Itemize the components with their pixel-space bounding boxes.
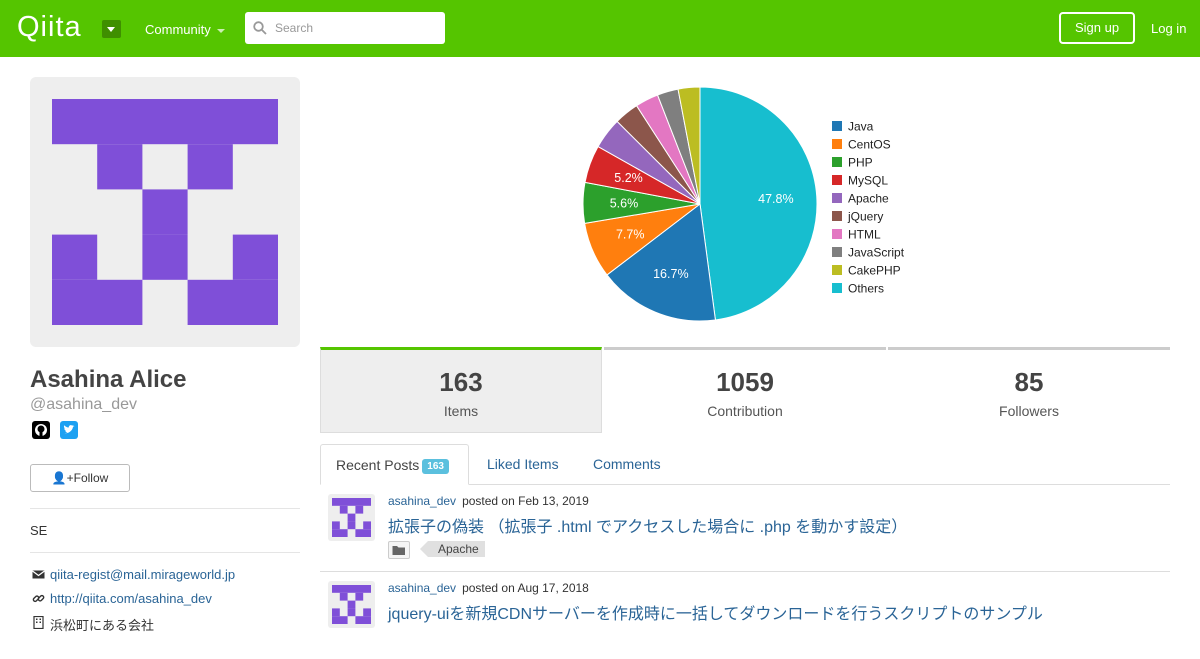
post-title-link[interactable]: jquery-uiを新規CDNサーバーを作成時に一括してダウンロードを行うスクリ… xyxy=(388,600,1043,624)
posts-count-badge: 163 xyxy=(422,459,449,474)
link-icon xyxy=(32,594,45,603)
divider xyxy=(30,508,300,509)
profile-handle: @asahina_dev xyxy=(30,396,137,413)
legend-label: CakePHP xyxy=(848,264,901,278)
identicon-image xyxy=(52,99,278,325)
user-plus-icon: 👤+ xyxy=(51,471,74,485)
stat-items-label: Items xyxy=(443,403,479,419)
legend-label: PHP xyxy=(848,156,873,170)
website-link[interactable]: http://qiita.com/asahina_dev xyxy=(50,591,212,606)
logo-dropdown-icon[interactable] xyxy=(102,20,121,38)
post-author-link[interactable]: asahina_dev xyxy=(388,494,456,508)
search-input[interactable] xyxy=(275,18,435,38)
legend-swatch xyxy=(832,229,842,239)
legend-label: JavaScript xyxy=(848,246,905,260)
stat-contribution[interactable]: 1059 Contribution xyxy=(604,347,886,433)
legend-swatch xyxy=(832,139,842,149)
identicon-image xyxy=(332,498,371,537)
legend-swatch xyxy=(832,211,842,221)
community-menu[interactable]: Community xyxy=(145,22,225,37)
post-title-link[interactable]: 拡張子の偽装 （拡張子 .html でアクセスした場合に .php を動かす設定… xyxy=(388,513,907,537)
post-author-avatar[interactable] xyxy=(328,581,375,628)
legend-swatch xyxy=(832,283,842,293)
stat-items[interactable]: 163 Items xyxy=(320,347,602,433)
follow-button[interactable]: 👤+Follow xyxy=(30,464,130,492)
legend-swatch xyxy=(832,121,842,131)
profile-bio: SE xyxy=(30,523,48,538)
post-item: asahina_dev posted on Feb 13, 2019 拡張子の偽装… xyxy=(320,486,1170,572)
legend-swatch xyxy=(832,193,842,203)
stat-contribution-value: 1059 xyxy=(716,367,774,397)
legend-label: CentOS xyxy=(848,138,891,152)
pie-data-label: 5.6% xyxy=(610,196,639,210)
legend-swatch xyxy=(832,175,842,185)
email-link[interactable]: qiita-regist@mail.mirageworld.jp xyxy=(50,567,235,582)
legend-swatch xyxy=(832,157,842,167)
github-icon[interactable] xyxy=(32,421,50,439)
tab-recent-posts-label: Recent Posts xyxy=(336,457,420,473)
legend-label: HTML xyxy=(848,228,881,242)
tab-comments[interactable]: Comments xyxy=(593,456,661,472)
profile-avatar xyxy=(30,77,300,347)
pie-data-label: 5.2% xyxy=(614,171,643,185)
legend-label: Java xyxy=(848,120,874,134)
search-icon xyxy=(253,21,267,35)
stat-followers-value: 85 xyxy=(1014,367,1044,397)
top-navbar: Qiita Community Sign up Log in xyxy=(0,0,1200,57)
post-item: asahina_dev posted on Aug 17, 2018 jquery… xyxy=(320,573,1170,659)
signup-button[interactable]: Sign up xyxy=(1059,12,1135,44)
chevron-down-icon xyxy=(216,28,225,33)
login-link[interactable]: Log in xyxy=(1151,21,1186,36)
post-meta: asahina_dev posted on Aug 17, 2018 xyxy=(388,581,589,595)
post-author-link[interactable]: asahina_dev xyxy=(388,581,456,595)
legend-swatch xyxy=(832,247,842,257)
organization-text: 浜松町にある会社 xyxy=(50,618,155,633)
pie-data-label: 16.7% xyxy=(653,267,688,281)
legend-label: MySQL xyxy=(848,174,888,188)
qiita-logo[interactable]: Qiita xyxy=(17,11,82,44)
tags-pie-chart: 47.8% 16.7% 7.7% 5.6% 5.2% Java CentOS PHP MySQL… xyxy=(582,86,905,322)
legend-label: Apache xyxy=(848,192,889,206)
folder-icon xyxy=(388,541,410,559)
profile-name: Asahina Alice xyxy=(30,366,187,393)
legend-label: Others xyxy=(848,282,884,296)
post-separator xyxy=(320,571,1170,572)
tag-link[interactable]: Apache xyxy=(420,541,485,557)
community-label: Community xyxy=(145,22,211,37)
pie-data-label: 47.8% xyxy=(758,192,793,206)
tab-recent-posts[interactable]: Recent Posts 163 xyxy=(320,444,469,485)
legend-swatch xyxy=(832,265,842,275)
twitter-icon[interactable] xyxy=(60,421,78,439)
post-meta: asahina_dev posted on Feb 13, 2019 xyxy=(388,494,589,508)
stat-items-value: 163 xyxy=(439,367,483,397)
tab-liked-items[interactable]: Liked Items xyxy=(487,456,559,472)
legend-label: jQuery xyxy=(847,210,883,224)
identicon-image xyxy=(332,585,371,624)
stat-followers-label: Followers xyxy=(999,403,1059,419)
stat-contribution-label: Contribution xyxy=(707,403,783,419)
building-icon xyxy=(33,616,44,629)
search-box[interactable] xyxy=(245,12,445,44)
post-date: posted on Aug 17, 2018 xyxy=(462,581,589,595)
envelope-icon xyxy=(32,570,45,579)
post-author-avatar[interactable] xyxy=(328,494,375,541)
pie-data-label: 7.7% xyxy=(616,227,645,241)
post-date: posted on Feb 13, 2019 xyxy=(462,494,589,508)
follow-label: Follow xyxy=(73,471,109,485)
divider xyxy=(30,552,300,553)
stat-followers[interactable]: 85 Followers xyxy=(888,347,1170,433)
